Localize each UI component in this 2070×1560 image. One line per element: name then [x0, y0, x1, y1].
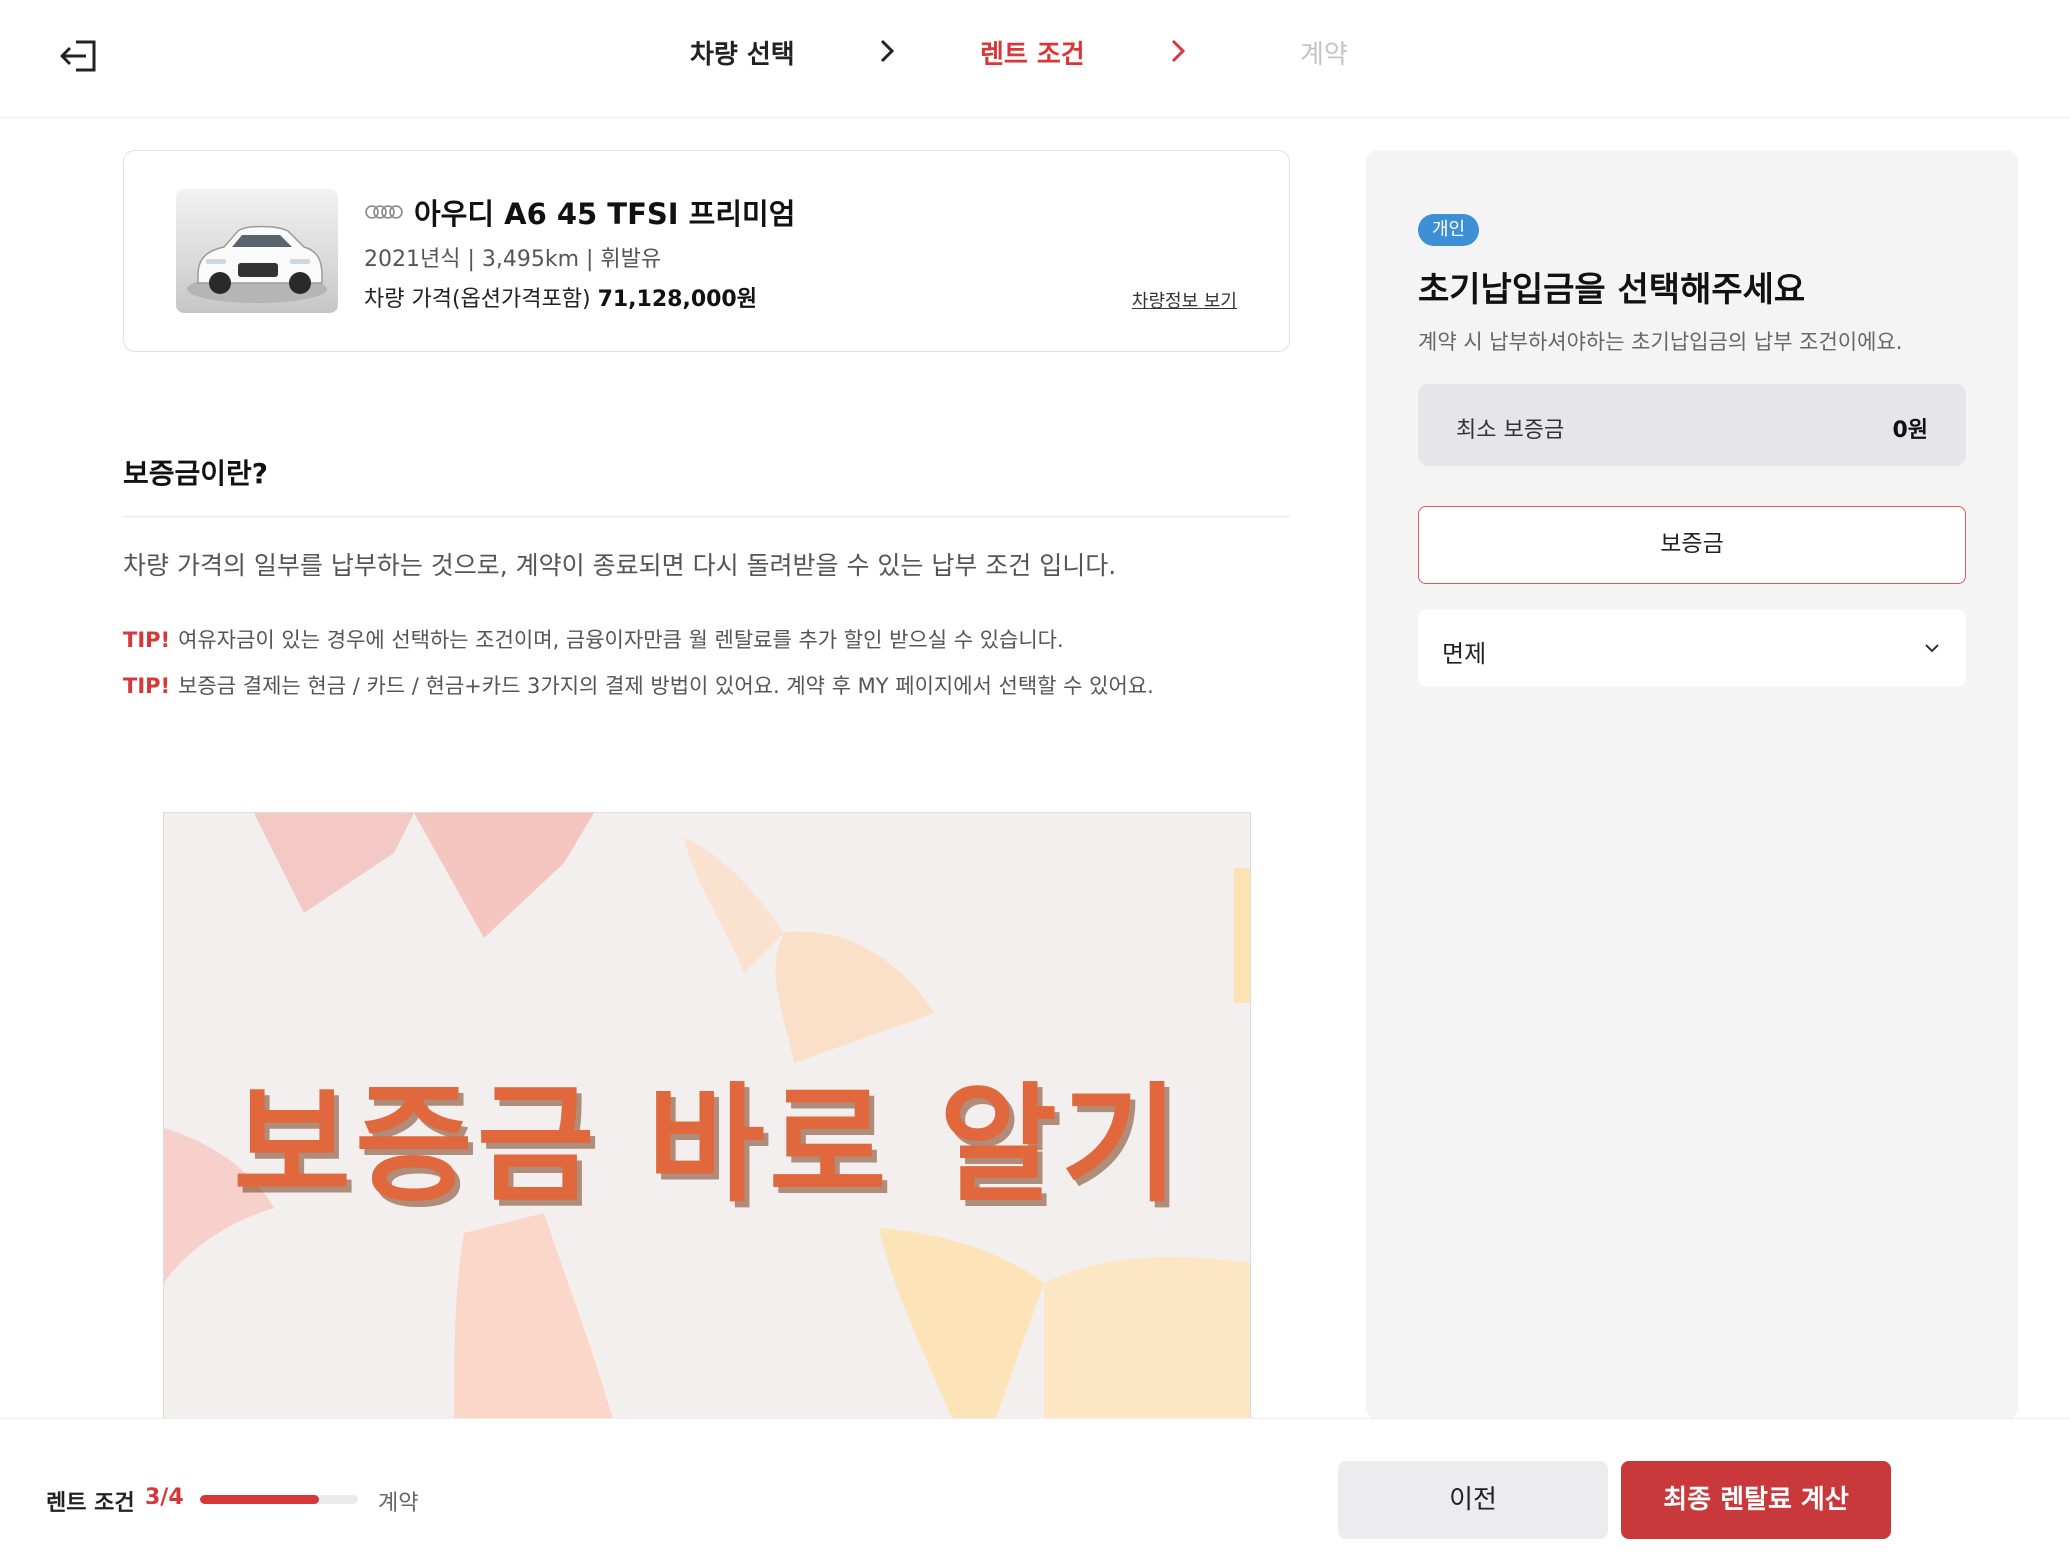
step-contract: 계약	[1300, 40, 1348, 70]
banner-title: 보증금 바로 알기	[233, 1071, 1183, 1220]
car-price: 차량 가격(옵션가격포함) 71,128,000원	[364, 281, 757, 313]
car-meta: 2021년식 | 3,495km | 휘발유	[364, 247, 662, 272]
car-photo	[176, 189, 338, 313]
footer-current-step: 렌트 조건	[46, 1491, 135, 1516]
footer-step-count: 3/4	[145, 1485, 184, 1510]
tip-label: TIP!	[123, 628, 171, 652]
chevron-right-icon	[1163, 36, 1193, 66]
header: 차량 선택 렌트 조건 계약	[0, 0, 2070, 118]
panel-title: 초기납입금을 선택해주세요	[1418, 270, 1806, 310]
car-summary-card: 아우디 A6 45 TFSI 프리미엄 2021년식 | 3,495km | 휘…	[123, 150, 1290, 352]
chevron-right-icon	[872, 36, 902, 66]
step-rent-conditions[interactable]: 렌트 조건	[980, 34, 1085, 71]
car-info-link[interactable]: 차량정보 보기	[1132, 287, 1237, 313]
footer-next-step: 계약	[378, 1491, 419, 1516]
tip-text: 보증금 결제는 현금 / 카드 / 현금+카드 3가지의 결제 방법이 있어요.…	[178, 674, 1154, 698]
tip-line: TIP! 보증금 결제는 현금 / 카드 / 현금+카드 3가지의 결제 방법이 …	[123, 670, 1154, 700]
min-deposit-label: 최소 보증금	[1456, 418, 1565, 443]
previous-button[interactable]: 이전	[1338, 1461, 1608, 1539]
tip-label: TIP!	[123, 674, 171, 698]
audi-logo-icon	[364, 203, 404, 221]
deposit-section-title: 보증금이란?	[123, 457, 269, 490]
step-indicator: 차량 선택 렌트 조건 계약	[0, 0, 2070, 108]
tip-line: TIP! 여유자금이 있는 경우에 선택하는 조건이며, 금융이자만큼 월 렌탈료…	[123, 624, 1064, 654]
footer-bar: 렌트 조건 3/4 계약 이전 최종 렌탈료 계산	[0, 1418, 2070, 1560]
step-car-select[interactable]: 차량 선택	[690, 34, 795, 71]
panel-subtitle: 계약 시 납부하셔야하는 초기납입금의 납부 조건이에요.	[1418, 330, 1903, 354]
chevron-down-icon	[1920, 636, 1944, 660]
min-deposit-value: 0원	[1892, 418, 1928, 443]
customer-type-badge: 개인	[1418, 214, 1480, 246]
step-progress-fill	[200, 1495, 319, 1504]
deposit-guide-banner[interactable]: 보증금 바로 알기	[163, 812, 1251, 1422]
rent-conditions-page: 차량 선택 렌트 조건 계약 아우디 A6 45 TFSI 프리미엄 2021년…	[0, 0, 2070, 1560]
step-progress-bar	[200, 1495, 358, 1504]
calculate-rental-button[interactable]: 최종 렌탈료 계산	[1621, 1461, 1891, 1539]
divider	[123, 516, 1290, 517]
tip-text: 여유자금이 있는 경우에 선택하는 조건이며, 금융이자만큼 월 렌탈료를 추가…	[178, 628, 1064, 652]
deposit-select-value: 면제	[1442, 640, 1487, 668]
initial-payment-panel: 개인 초기납입금을 선택해주세요 계약 시 납부하셔야하는 초기납입금의 납부 …	[1366, 150, 2018, 1420]
deposit-select[interactable]: 면제	[1418, 610, 1966, 686]
car-price-label: 차량 가격(옵션가격포함)	[364, 287, 591, 312]
car-name: 아우디 A6 45 TFSI 프리미엄	[414, 197, 796, 231]
min-deposit-row: 최소 보증금 0원	[1418, 384, 1966, 466]
deposit-description: 차량 가격의 일부를 납부하는 것으로, 계약이 종료되면 다시 돌려받을 수 …	[123, 551, 1117, 580]
deposit-option-button[interactable]: 보증금	[1418, 506, 1966, 584]
car-price-value: 71,128,000원	[597, 287, 757, 312]
